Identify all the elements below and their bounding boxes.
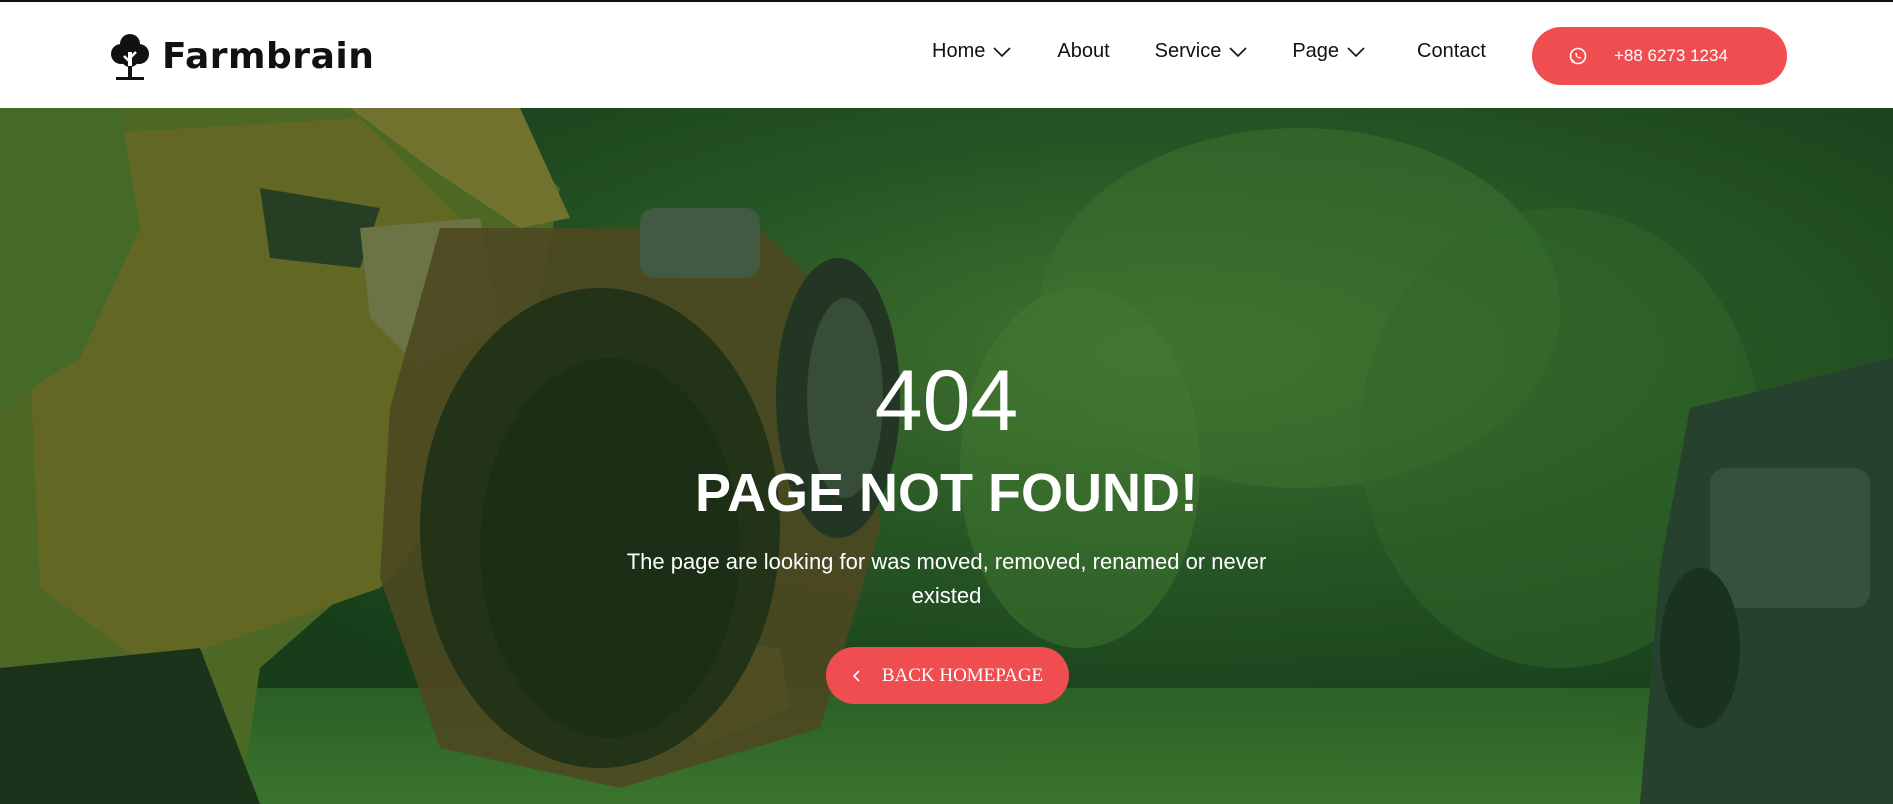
brand-logo-link[interactable]: Farmbrain [110,32,374,80]
site-header: Farmbrain Home About Service Page Contac… [0,2,1893,108]
nav-item-contact[interactable]: Contact [1417,40,1486,63]
hero-section: 404 PAGE NOT FOUND! The page are looking… [0,108,1893,804]
nav-item-page[interactable]: Page [1292,40,1365,63]
phone-contact-button[interactable]: +88 6273 1234 [1532,27,1787,85]
chevron-down-icon [993,46,1011,57]
chevron-down-icon [1229,46,1247,57]
error-code: 404 [874,353,1019,449]
phone-number: +88 6273 1234 [1614,46,1728,65]
nav-item-about[interactable]: About [1057,40,1109,63]
error-content: 404 PAGE NOT FOUND! The page are looking… [0,108,1893,804]
tree-icon [111,34,149,80]
nav-item-label: Home [932,40,986,62]
nav-item-home[interactable]: Home [932,40,1011,63]
main-nav: Home About Service Page Contact [932,40,1486,63]
nav-item-label: Page [1292,40,1340,62]
nav-item-label: Contact [1417,40,1486,62]
error-message: The page are looking for was moved, remo… [626,549,1267,608]
back-homepage-label: BACK HOMEPAGE [881,664,1044,686]
error-title: PAGE NOT FOUND! [695,463,1198,523]
nav-item-label: Service [1154,40,1222,62]
brand-name: Farmbrain [162,35,375,77]
nav-item-label: About [1057,40,1110,62]
chevron-left-icon [852,669,860,682]
whatsapp-icon [1569,47,1587,65]
back-homepage-button[interactable]: BACK HOMEPAGE [826,647,1069,704]
chevron-down-icon [1347,46,1365,57]
nav-item-service[interactable]: Service [1155,40,1248,63]
